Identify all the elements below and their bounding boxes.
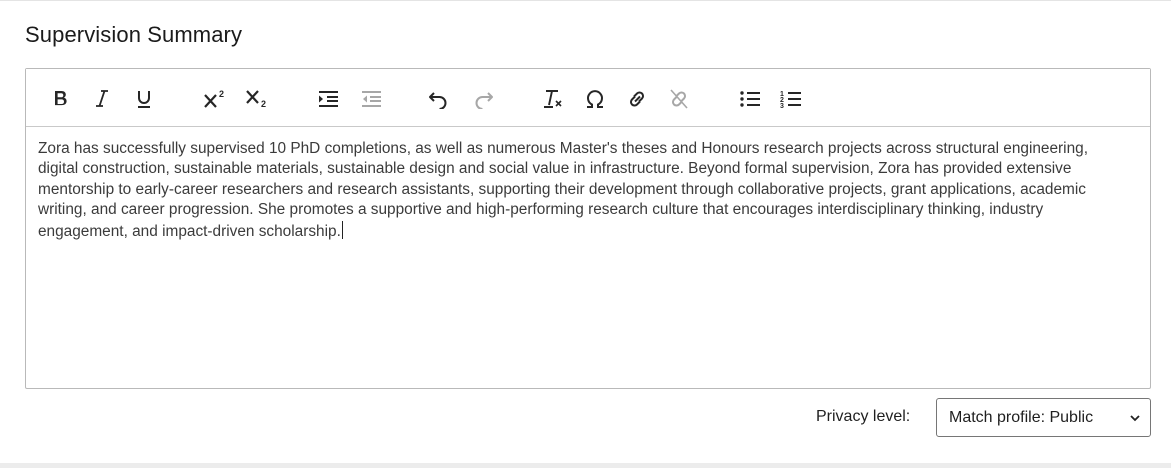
top-divider xyxy=(0,0,1171,1)
bold-icon xyxy=(55,91,67,106)
superscript-button[interactable]: 2 xyxy=(200,84,230,114)
italic-button[interactable] xyxy=(87,84,117,114)
link-icon xyxy=(629,91,645,107)
text-cursor xyxy=(341,220,343,239)
svg-text:3: 3 xyxy=(780,103,784,109)
numbered-list-button[interactable]: 123 xyxy=(776,84,806,114)
privacy-level-label: Privacy level: xyxy=(816,408,911,425)
underline-button[interactable] xyxy=(129,84,159,114)
indent-icon xyxy=(319,91,338,107)
svg-text:2: 2 xyxy=(219,89,224,99)
clear-formatting-icon xyxy=(544,90,562,108)
unlink-button[interactable] xyxy=(664,84,694,114)
editor-text: Zora has successfully supervised 10 PhD … xyxy=(38,140,1088,240)
editor-toolbar: 2 2 123 xyxy=(26,69,1150,127)
special-character-button[interactable] xyxy=(580,84,610,114)
italic-icon xyxy=(96,90,108,107)
outdent-icon xyxy=(362,91,381,107)
bulleted-list-icon xyxy=(740,91,760,107)
editor-content-area[interactable]: Zora has successfully supervised 10 PhD … xyxy=(38,139,1118,242)
chevron-down-icon xyxy=(1130,415,1140,422)
superscript-icon: 2 xyxy=(204,89,224,108)
privacy-level-value: Match profile: Public xyxy=(949,408,1094,426)
subscript-button[interactable]: 2 xyxy=(242,84,272,114)
clear-formatting-button[interactable] xyxy=(538,84,568,114)
link-button[interactable] xyxy=(622,84,652,114)
rich-text-editor: 2 2 123 Zora has successfully supervised… xyxy=(25,68,1151,389)
redo-icon xyxy=(475,92,493,109)
underline-icon xyxy=(138,91,150,108)
numbered-list-icon: 123 xyxy=(780,91,801,109)
unlink-icon xyxy=(670,89,688,109)
bulleted-list-button[interactable] xyxy=(735,84,765,114)
indent-button[interactable] xyxy=(313,84,343,114)
special-character-icon xyxy=(587,90,603,108)
section-title: Supervision Summary xyxy=(25,22,243,47)
outdent-button[interactable] xyxy=(356,84,386,114)
undo-icon xyxy=(429,92,447,109)
svg-text:2: 2 xyxy=(261,99,266,109)
privacy-level-select[interactable]: Match profile: Public xyxy=(936,398,1151,437)
subscript-icon: 2 xyxy=(246,90,266,109)
bottom-divider xyxy=(0,463,1171,468)
bold-button[interactable] xyxy=(46,84,76,114)
undo-button[interactable] xyxy=(424,84,454,114)
redo-button[interactable] xyxy=(468,84,498,114)
